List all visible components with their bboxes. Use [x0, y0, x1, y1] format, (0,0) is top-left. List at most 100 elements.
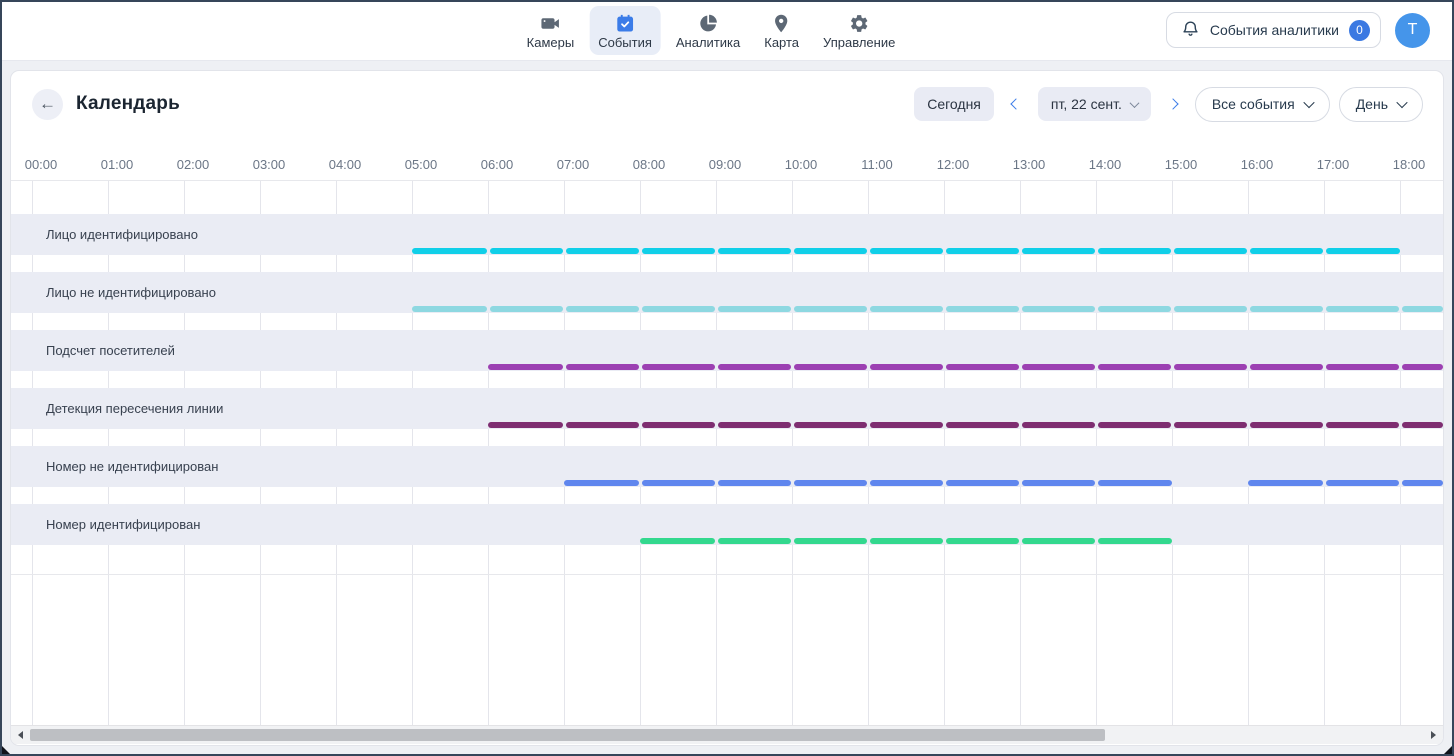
hour-tick-label: 14:00	[1077, 157, 1133, 172]
event-bar-segment[interactable]	[1098, 306, 1171, 312]
event-bar-segment[interactable]	[1326, 364, 1399, 370]
back-button[interactable]: ←	[32, 89, 63, 120]
event-bar-segment[interactable]	[412, 248, 487, 254]
hour-tick-label: 12:00	[925, 157, 981, 172]
event-bar-segment[interactable]	[870, 364, 943, 370]
event-bar-segment[interactable]	[794, 480, 867, 486]
event-bar-segment[interactable]	[794, 422, 867, 428]
event-bar-segment[interactable]	[718, 538, 791, 544]
event-bar-segment[interactable]	[1098, 480, 1173, 486]
event-bar-segment[interactable]	[642, 248, 715, 254]
scrollbar-thumb[interactable]	[30, 729, 1105, 741]
nav-item-pie-chart[interactable]: Аналитика	[667, 6, 749, 55]
event-bar-segment[interactable]	[794, 306, 867, 312]
row-label: Номер не идентифицирован	[46, 459, 218, 474]
event-bar-segment[interactable]	[1326, 480, 1399, 486]
analytics-events-label: События аналитики	[1210, 22, 1339, 38]
analytics-events-button[interactable]: События аналитики 0	[1166, 12, 1381, 48]
event-bar-segment[interactable]	[1098, 538, 1173, 544]
event-bar-segment[interactable]	[1098, 422, 1171, 428]
event-bar-segment[interactable]	[946, 248, 1019, 254]
event-bar-segment[interactable]	[1250, 306, 1323, 312]
period-dropdown[interactable]: День	[1339, 87, 1423, 122]
event-bar-segment[interactable]	[946, 480, 1019, 486]
hour-tick-label: 02:00	[165, 157, 221, 172]
hour-tick-label: 07:00	[545, 157, 601, 172]
event-bar-segment[interactable]	[870, 422, 943, 428]
events-filter-dropdown[interactable]: Все события	[1195, 87, 1330, 122]
event-bar-segment[interactable]	[1098, 248, 1171, 254]
event-bar-segment[interactable]	[564, 480, 639, 486]
nav-item-gear[interactable]: Управление	[814, 6, 904, 55]
event-bar-segment[interactable]	[1326, 422, 1399, 428]
event-bar-segment[interactable]	[1250, 422, 1323, 428]
event-bar-segment[interactable]	[718, 306, 791, 312]
event-bar-segment[interactable]	[490, 306, 563, 312]
horizontal-scrollbar[interactable]	[11, 725, 1443, 744]
scroll-right-arrow-icon[interactable]	[1431, 731, 1436, 739]
event-bar-segment[interactable]	[946, 538, 1019, 544]
event-bar-segment[interactable]	[1250, 248, 1323, 254]
event-bar-segment[interactable]	[1022, 248, 1095, 254]
event-bar-segment[interactable]	[1174, 306, 1247, 312]
calendar-check-icon	[614, 12, 636, 34]
hour-tick-label: 04:00	[317, 157, 373, 172]
event-bar-segment[interactable]	[1022, 538, 1095, 544]
event-bar-segment[interactable]	[1402, 364, 1444, 370]
event-bar-segment[interactable]	[1250, 364, 1323, 370]
event-bar-segment[interactable]	[1402, 422, 1444, 428]
event-bar-segment[interactable]	[1402, 480, 1444, 486]
today-button[interactable]: Сегодня	[914, 87, 994, 121]
event-bar-segment[interactable]	[946, 422, 1019, 428]
next-day-button[interactable]	[1160, 87, 1186, 121]
event-bar-segment[interactable]	[488, 422, 563, 428]
event-bar-segment[interactable]	[946, 364, 1019, 370]
resize-grip-right[interactable]	[1444, 746, 1452, 754]
scroll-left-arrow-icon[interactable]	[18, 731, 23, 739]
event-bar-segment[interactable]	[1402, 306, 1444, 312]
event-bar-segment[interactable]	[794, 364, 867, 370]
event-bar-segment[interactable]	[1174, 364, 1247, 370]
event-bar-segment[interactable]	[488, 364, 563, 370]
event-bar-segment[interactable]	[1174, 422, 1247, 428]
event-bar-segment[interactable]	[718, 248, 791, 254]
event-bar-segment[interactable]	[412, 306, 487, 312]
event-bar-segment[interactable]	[1248, 480, 1323, 486]
event-bar-segment[interactable]	[1326, 306, 1399, 312]
event-bar-segment[interactable]	[1022, 364, 1095, 370]
event-bar-segment[interactable]	[718, 480, 791, 486]
event-bar-segment[interactable]	[566, 364, 639, 370]
event-bar-segment[interactable]	[642, 306, 715, 312]
event-bar-segment[interactable]	[640, 538, 715, 544]
date-picker-button[interactable]: пт, 22 сент.	[1038, 87, 1151, 121]
event-bar-segment[interactable]	[1326, 248, 1401, 254]
event-bar-segment[interactable]	[642, 422, 715, 428]
prev-day-button[interactable]	[1003, 87, 1029, 121]
event-bar-segment[interactable]	[1022, 422, 1095, 428]
event-bar-segment[interactable]	[946, 306, 1019, 312]
event-bar-segment[interactable]	[718, 364, 791, 370]
event-bar-segment[interactable]	[566, 248, 639, 254]
nav-item-calendar-check[interactable]: События	[589, 6, 661, 55]
event-bar-segment[interactable]	[566, 306, 639, 312]
event-bar-segment[interactable]	[870, 306, 943, 312]
event-bar-segment[interactable]	[566, 422, 639, 428]
hour-tick-label: 09:00	[697, 157, 753, 172]
event-bar-segment[interactable]	[1022, 306, 1095, 312]
event-bar-segment[interactable]	[794, 538, 867, 544]
event-bar-segment[interactable]	[870, 248, 943, 254]
event-bar-segment[interactable]	[870, 538, 943, 544]
event-bar-segment[interactable]	[642, 364, 715, 370]
nav-item-video-camera[interactable]: Камеры	[518, 6, 584, 55]
event-bar-segment[interactable]	[718, 422, 791, 428]
user-avatar[interactable]: T	[1395, 13, 1430, 48]
event-bar-segment[interactable]	[870, 480, 943, 486]
nav-item-map-pin[interactable]: Карта	[755, 6, 808, 55]
event-bar-segment[interactable]	[490, 248, 563, 254]
bell-icon	[1181, 19, 1200, 41]
event-bar-segment[interactable]	[1174, 248, 1247, 254]
event-bar-segment[interactable]	[794, 248, 867, 254]
event-bar-segment[interactable]	[1022, 480, 1095, 486]
event-bar-segment[interactable]	[642, 480, 715, 486]
event-bar-segment[interactable]	[1098, 364, 1171, 370]
